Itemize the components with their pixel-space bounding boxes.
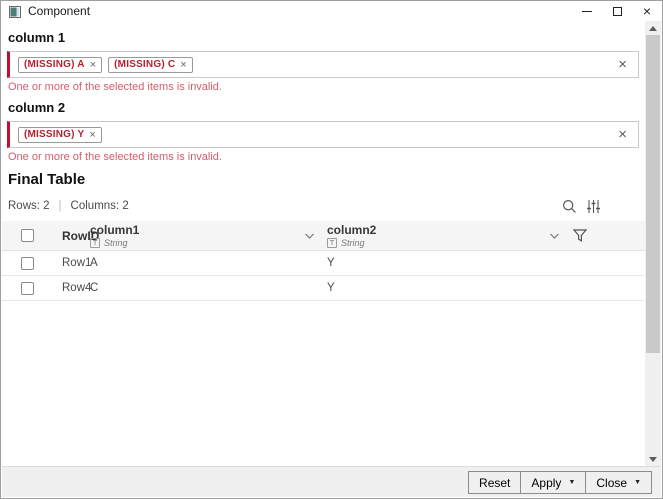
scroll-down-arrow-icon[interactable] xyxy=(645,452,661,466)
clear-selection-icon[interactable]: × xyxy=(618,128,627,142)
table-row: Row1 A Y xyxy=(2,251,645,276)
chip-missing-y: (MISSING) Y × xyxy=(18,127,102,143)
cell-column1: C xyxy=(90,282,327,294)
string-type-icon: T xyxy=(327,238,337,248)
final-table-heading: Final Table xyxy=(8,171,645,188)
chip-remove-icon[interactable]: × xyxy=(89,130,95,140)
row-checkbox[interactable] xyxy=(21,257,34,270)
table-settings-sliders-icon[interactable] xyxy=(586,199,601,214)
dialog-footer: Reset Apply ▼ Close ▼ xyxy=(2,466,661,497)
minimize-icon xyxy=(582,11,592,12)
dialog-content: column 1 (MISSING) A × (MISSING) C × × O… xyxy=(2,21,645,466)
window-title: Component xyxy=(28,4,90,18)
column-type-label: String xyxy=(341,238,365,248)
close-dropdown-arrow-icon[interactable]: ▼ xyxy=(634,479,641,486)
maximize-button[interactable] xyxy=(602,1,632,21)
rowid-cell: Row4 xyxy=(62,282,90,294)
title-bar: Component × xyxy=(1,1,662,21)
string-type-icon: T xyxy=(90,238,100,248)
select-all-checkbox[interactable] xyxy=(21,229,34,242)
reset-button[interactable]: Reset xyxy=(469,472,520,493)
chevron-down-icon[interactable] xyxy=(549,232,560,240)
clear-selection-icon[interactable]: × xyxy=(618,58,627,72)
chip-label: (MISSING) Y xyxy=(24,129,84,140)
cell-column1: A xyxy=(90,257,327,269)
validation-error-column1: One or more of the selected items is inv… xyxy=(8,81,645,93)
footer-button-group: Reset Apply ▼ Close ▼ xyxy=(468,471,652,494)
field-label-column2: column 2 xyxy=(8,100,645,115)
scrollbar-thumb[interactable] xyxy=(646,35,660,353)
column-name: column2 xyxy=(327,224,376,237)
apply-button[interactable]: Apply ▼ xyxy=(520,472,585,493)
column-name: column1 xyxy=(90,224,139,237)
table-summary: Rows: 2 | Columns: 2 xyxy=(8,200,129,212)
summary-separator: | xyxy=(59,200,62,212)
multiselect-column1[interactable]: (MISSING) A × (MISSING) C × × xyxy=(7,51,639,78)
close-button[interactable]: × xyxy=(632,1,662,21)
table-header-row: RowID column1 T String colu xyxy=(2,221,645,251)
close-icon: × xyxy=(643,4,651,18)
column-header-column2[interactable]: column2 T String xyxy=(327,224,376,248)
column-header-column1[interactable]: column1 T String xyxy=(90,224,139,248)
rows-count: Rows: 2 xyxy=(8,200,50,212)
apply-dropdown-arrow-icon[interactable]: ▼ xyxy=(568,479,575,486)
reset-button-label: Reset xyxy=(479,476,510,490)
rowid-cell: Row1 xyxy=(62,257,90,269)
field-label-column1: column 1 xyxy=(8,30,645,45)
chevron-down-icon[interactable] xyxy=(304,232,315,240)
rowid-column-header: RowID xyxy=(62,229,90,243)
chip-label: (MISSING) A xyxy=(24,59,85,70)
final-table: RowID column1 T String colu xyxy=(2,221,645,301)
chip-remove-icon[interactable]: × xyxy=(90,60,96,70)
table-row: Row4 C Y xyxy=(2,276,645,301)
multiselect-column2[interactable]: (MISSING) Y × × xyxy=(7,121,639,148)
close-dialog-button[interactable]: Close ▼ xyxy=(585,472,651,493)
chip-label: (MISSING) C xyxy=(114,59,175,70)
row-checkbox[interactable] xyxy=(21,282,34,295)
search-icon[interactable] xyxy=(562,199,577,214)
cell-column2: Y xyxy=(327,282,572,294)
chip-remove-icon[interactable]: × xyxy=(180,60,186,70)
scroll-up-arrow-icon[interactable] xyxy=(645,21,661,35)
component-dialog-window: Component × column 1 (MISSING) A × (MISS… xyxy=(0,0,663,499)
table-toolbar: Rows: 2 | Columns: 2 xyxy=(2,198,645,214)
cell-column2: Y xyxy=(327,257,572,269)
maximize-icon xyxy=(613,7,622,16)
close-button-label: Close xyxy=(596,476,627,490)
chip-missing-a: (MISSING) A × xyxy=(18,57,102,73)
columns-count: Columns: 2 xyxy=(71,200,129,212)
filter-funnel-icon[interactable] xyxy=(572,228,588,243)
chip-missing-c: (MISSING) C × xyxy=(108,57,193,73)
vertical-scrollbar[interactable] xyxy=(645,21,661,466)
minimize-button[interactable] xyxy=(572,1,602,21)
apply-button-label: Apply xyxy=(531,476,561,490)
column-type-label: String xyxy=(104,238,128,248)
validation-error-column2: One or more of the selected items is inv… xyxy=(8,151,645,163)
component-app-icon xyxy=(9,5,21,17)
